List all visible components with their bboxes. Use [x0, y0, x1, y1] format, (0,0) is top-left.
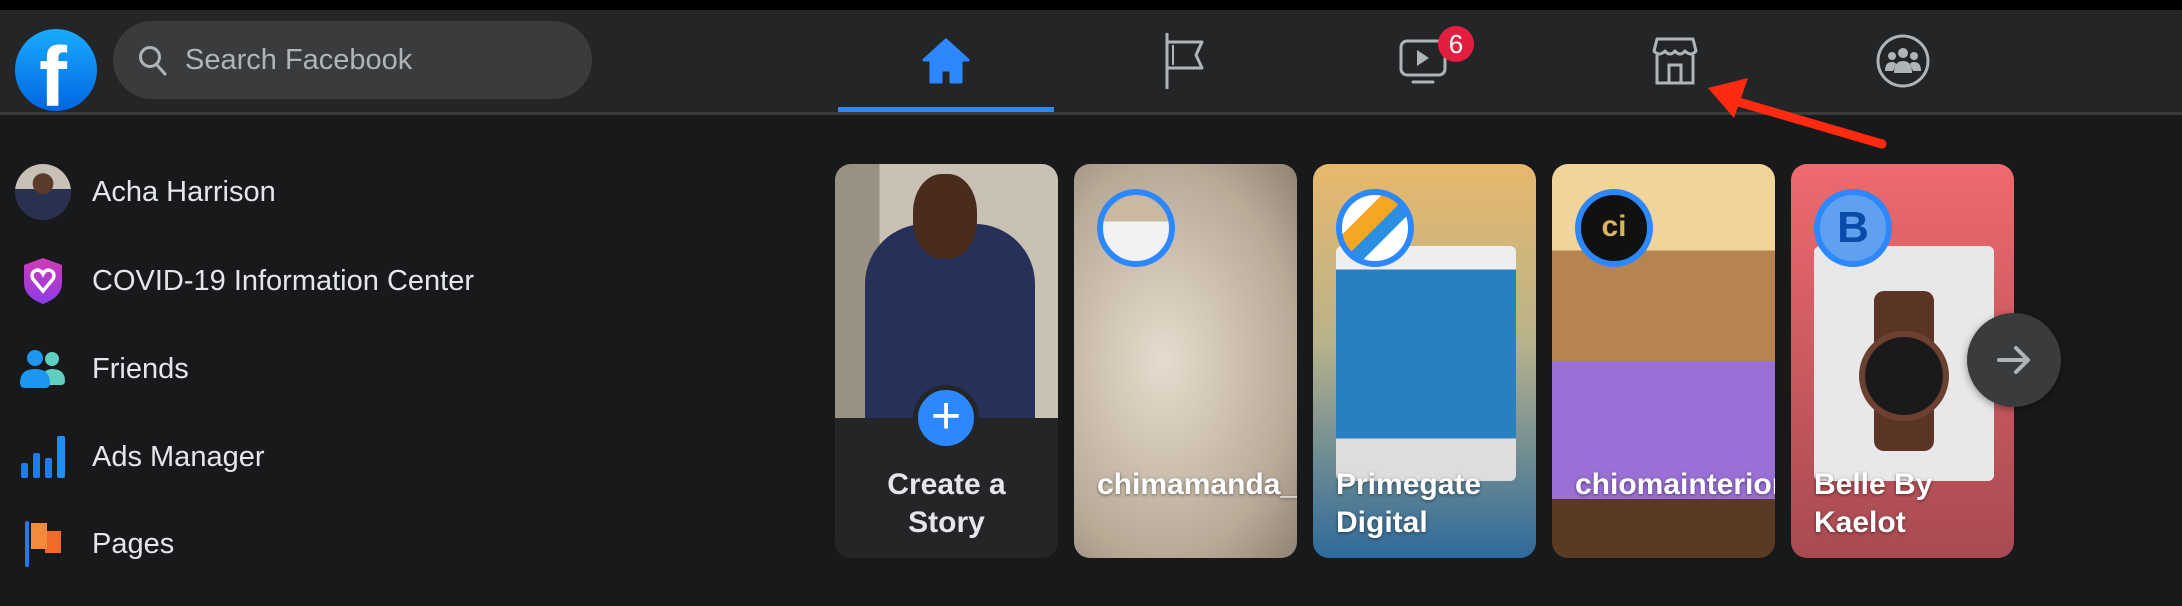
sidebar-item-ads-manager[interactable]: Ads Manager — [14, 427, 265, 487]
story-author: chiomainterior — [1575, 468, 1775, 501]
story-card[interactable]: chimamanda_interior — [1074, 164, 1297, 558]
story-avatar — [1336, 189, 1414, 267]
story-avatar: B — [1814, 189, 1892, 267]
stories-next-button[interactable] — [1967, 313, 2061, 407]
story-card[interactable]: ci chiomainterior — [1552, 164, 1775, 558]
pages-flag-icon — [25, 521, 61, 567]
story-author: Primegate Digital — [1336, 468, 1482, 539]
ads-manager-icon — [21, 436, 65, 478]
user-photo — [835, 164, 1058, 424]
watch-notification-badge: 6 — [1438, 26, 1474, 62]
friends-icon — [20, 350, 65, 388]
tab-watch[interactable] — [1315, 10, 1531, 112]
tab-pages[interactable] — [1077, 10, 1293, 112]
sidebar-item-pages[interactable]: Pages — [14, 514, 174, 574]
create-story-label: Create a Story — [887, 468, 1006, 539]
tab-home[interactable] — [838, 10, 1054, 112]
search-input[interactable] — [185, 21, 575, 99]
flag-icon — [1165, 33, 1204, 89]
create-story-card[interactable]: + Create a Story — [835, 164, 1058, 558]
top-strip — [0, 0, 2182, 10]
sidebar-item-friends[interactable]: Friends — [14, 339, 189, 399]
story-card[interactable]: Primegate Digital — [1313, 164, 1536, 558]
story-avatar: ci — [1575, 189, 1653, 267]
search-icon — [139, 46, 167, 76]
plus-icon[interactable]: + — [913, 385, 979, 451]
marketplace-store-icon — [1652, 37, 1698, 85]
story-author: Belle By Kaelot — [1814, 468, 1933, 539]
story-avatar — [1097, 189, 1175, 267]
home-icon — [922, 38, 970, 84]
annotation-red-arrow — [1708, 78, 1887, 149]
sidebar-item-label: COVID-19 Information Center — [92, 264, 474, 297]
sidebar-item-label: Pages — [92, 527, 175, 560]
sidebar-item-label: Friends — [92, 352, 189, 385]
arrow-right-icon — [1997, 346, 2030, 374]
covid-shield-icon — [24, 258, 62, 304]
story-post-preview — [1336, 246, 1516, 481]
sidebar-item-label: Ads Manager — [92, 440, 265, 473]
sidebar-item-covid[interactable]: COVID-19 Information Center — [14, 251, 474, 311]
sidebar-item-profile[interactable]: Acha Harrison — [14, 162, 276, 222]
story-author: chimamanda_interior — [1097, 468, 1297, 501]
facebook-logo[interactable]: f — [15, 29, 97, 111]
sidebar-item-label: Acha Harrison — [92, 175, 276, 208]
avatar — [15, 164, 71, 220]
search-box[interactable] — [113, 21, 592, 99]
